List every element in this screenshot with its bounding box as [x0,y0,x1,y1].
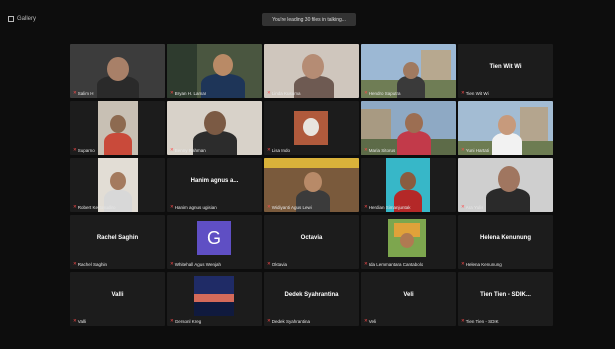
participant-name: ✕ Valli [73,318,86,324]
participant-tile[interactable]: ✕ Linda Kusuma [264,44,359,98]
participant-tile[interactable]: Veli ✕ Veli [361,272,456,326]
participant-tile[interactable]: Valli ✕ Valli [70,272,165,326]
participant-grid: ✕ Salim H ✕ Bryan H. Lamar ✕ Linda Kusuma ✕… [70,44,553,326]
participant-name: ✕ Widiyanti Agus Lewi [267,204,312,210]
participant-tile[interactable]: ✕ Hendro Saputra [361,44,456,98]
participant-name: ✕ Veli [364,318,377,324]
mic-muted-icon: ✕ [364,204,368,209]
participant-name: ✕ Ara Yulis [461,204,484,210]
mic-muted-icon: ✕ [267,204,271,209]
participant-name: ✕ Yuni Hartati [461,147,490,153]
mic-muted-icon: ✕ [267,318,271,323]
mic-muted-icon: ✕ [73,204,77,209]
participant-tile[interactable]: ✕ Suparno [70,101,165,155]
participant-name: ✕ Oktavia [267,261,288,267]
mic-muted-icon: ✕ [364,318,368,323]
video-feed [194,276,234,316]
mic-muted-icon: ✕ [461,261,465,266]
participant-name: ✕ Lisa Indo [267,147,291,153]
video-feed [98,101,138,155]
mic-muted-icon: ✕ [73,318,77,323]
participant-tile[interactable]: ✕ Bryan H. Lamar [167,44,262,98]
speaking-banner: You're leading 30 files in talking... [262,13,356,26]
participant-display-name: Hanim agnus a... [190,178,239,184]
participant-display-name: Veli [403,292,414,298]
gallery-view-button[interactable]: Gallery [8,14,36,24]
mic-muted-icon: ✕ [267,261,271,266]
participant-name: ✕ Hanim agnus ugisian [170,204,217,210]
participant-name: ✕ Herdian Simanjuntak [364,204,411,210]
participant-tile[interactable]: ✕ Herdian Simanjuntak [361,158,456,212]
mic-muted-icon: ✕ [364,90,368,95]
top-bar: Gallery You're leading 30 files in talki… [0,0,615,38]
mic-muted-icon: ✕ [364,147,368,152]
video-feed [388,219,426,257]
mic-muted-icon: ✕ [170,90,174,95]
participant-display-name: Octavia [300,235,323,241]
participant-tile[interactable]: Tien Tien - SDIK... ✕ Tien Tien - SDIK [458,272,553,326]
participant-name: ✕ Tien Tien - SDIK [461,318,499,324]
participant-name: ✕ Robert Kertosudiro [73,204,116,210]
mic-muted-icon: ✕ [461,204,465,209]
view-label: Gallery [17,16,37,22]
mic-muted-icon: ✕ [170,147,174,152]
participant-display-name: Tien Wit Wi [489,64,522,70]
mic-muted-icon: ✕ [73,261,77,266]
mic-muted-icon: ✕ [461,318,465,323]
mic-muted-icon: ✕ [461,147,465,152]
avatar: G [197,221,231,255]
participant-tile[interactable]: ✕ Benny Rahman [167,101,262,155]
participant-tile[interactable]: Dedek Syahrantina ✕ Dedek Syahrantina [264,272,359,326]
bottom-toolbar [0,326,615,349]
participant-tile[interactable]: ✕ Widiyanti Agus Lewi [264,158,359,212]
participant-tile[interactable]: Octavia ✕ Oktavia [264,215,359,269]
participant-name: ✕ Rachel Saghin [73,261,108,267]
video-feed [294,111,328,145]
participant-name: ✕ Dedek Syahrantina [267,318,311,324]
participant-name: ✕ Hendro Saputra [364,90,401,96]
mic-muted-icon: ✕ [364,261,368,266]
mic-muted-icon: ✕ [170,204,174,209]
participant-name: ✕ Benny Rahman [170,147,206,153]
participant-tile[interactable]: Rachel Saghin ✕ Rachel Saghin [70,215,165,269]
participant-name: ✕ Whitehall Agus Wenjah [170,261,221,267]
participant-tile[interactable]: ✕ Robert Kertosudiro [70,158,165,212]
participant-name: ✕ Salim H [73,90,94,96]
participant-name: ✕ Linda Kusuma [267,90,301,96]
participant-name: ✕ Tien Wit Wi [461,90,489,96]
participant-name: ✕ Ida Lemmantara Cantabolo [364,261,424,267]
participant-display-name: Dedek Syahrantina [284,292,339,298]
participant-name: ✕ Suparno [73,147,95,153]
mic-muted-icon: ✕ [73,90,77,95]
participant-tile[interactable]: ✕ Ida Lemmantara Cantabolo [361,215,456,269]
participant-display-name: Rachel Saghin [96,235,139,241]
participant-tile[interactable]: Tien Wit Wi ✕ Tien Wit Wi [458,44,553,98]
participant-display-name: Tien Tien - SDIK... [480,292,531,298]
participant-tile[interactable]: ✕ Ara Yulis [458,158,553,212]
mic-muted-icon: ✕ [170,318,174,323]
participant-tile[interactable]: ✕ Gersonl Kreg [167,272,262,326]
mic-muted-icon: ✕ [267,147,271,152]
mic-muted-icon: ✕ [170,261,174,266]
participant-tile[interactable]: Helena Kenunung ✕ Helena Kenunung [458,215,553,269]
participant-tile[interactable]: ✕ Lisa Indo [264,101,359,155]
mic-muted-icon: ✕ [267,90,271,95]
participant-name: ✕ Maria Sitorus [364,147,396,153]
participant-name: ✕ Bryan H. Lamar [170,90,207,96]
mic-muted-icon: ✕ [461,90,465,95]
participant-tile[interactable]: ✕ Salim H [70,44,165,98]
participant-tile[interactable]: ✕ Yuni Hartati [458,101,553,155]
participant-display-name: Valli [111,292,124,298]
participant-name: ✕ Gersonl Kreg [170,318,202,324]
participant-tile[interactable]: Hanim agnus a... ✕ Hanim agnus ugisian [167,158,262,212]
grid-icon [8,16,14,22]
participant-name: ✕ Helena Kenunung [461,261,502,267]
mic-muted-icon: ✕ [73,147,77,152]
participant-tile[interactable]: G ✕ Whitehall Agus Wenjah [167,215,262,269]
participant-tile[interactable]: ✕ Maria Sitorus [361,101,456,155]
participant-display-name: Helena Kenunung [479,235,531,241]
